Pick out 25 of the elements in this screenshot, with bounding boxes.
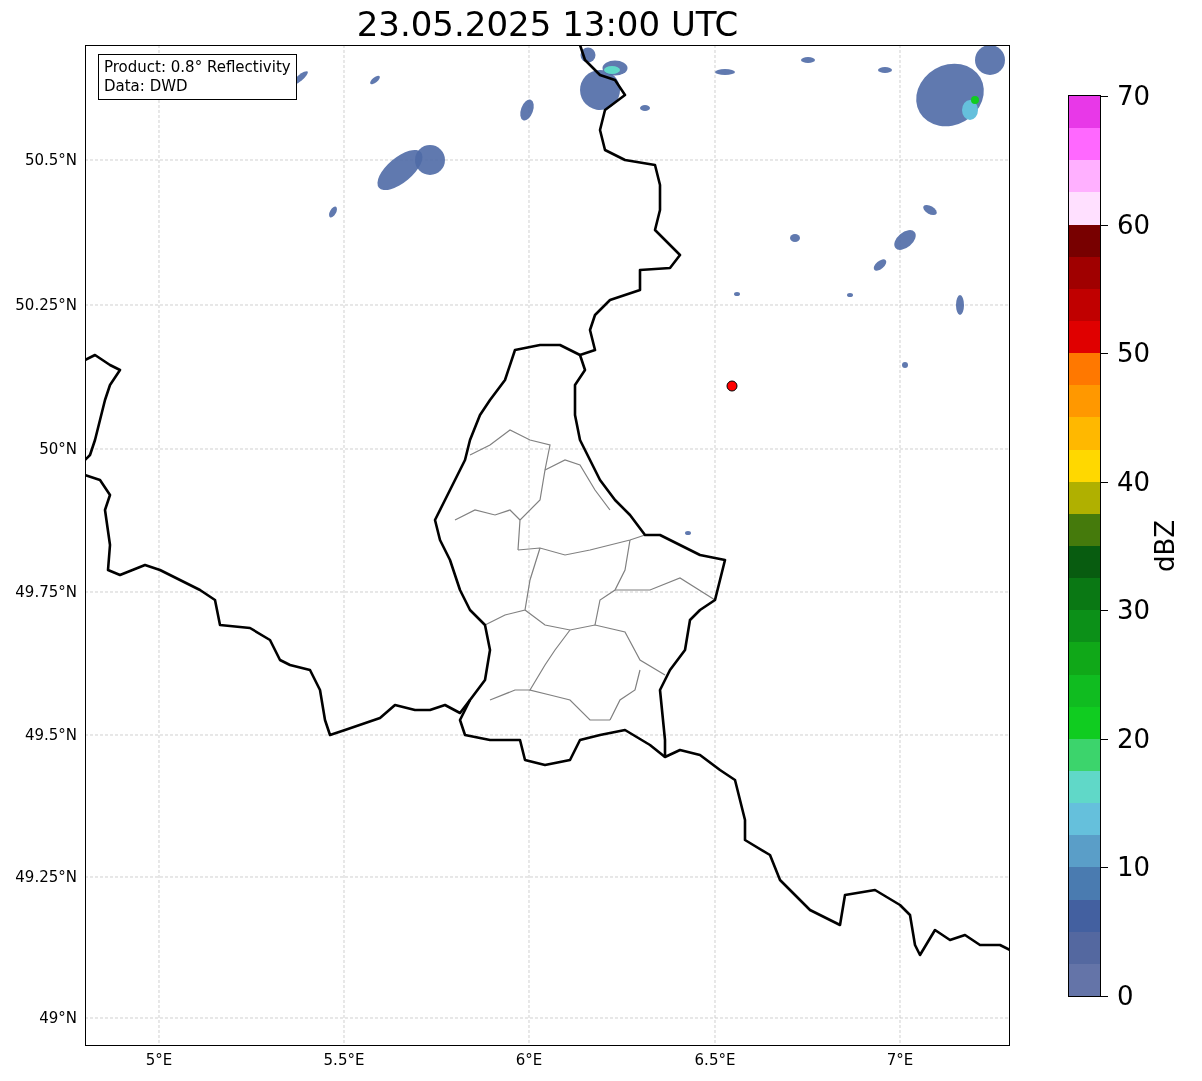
longitude-label: 6°E [515,1051,543,1069]
latitude-label: 49.75°N [15,583,77,601]
scale-tick-label: 70 [1117,81,1151,111]
latitude-label: 50.25°N [15,296,77,314]
latitude-label: 49°N [39,1009,77,1027]
scale-tick-label: 20 [1117,723,1151,754]
scale-unit-label: dBZ [1150,519,1180,573]
longitude-label: 5.5°E [323,1051,365,1069]
latitude-label: 50°N [39,440,77,458]
longitude-label: 5°E [145,1051,173,1069]
latitude-label: 50.5°N [24,151,77,169]
longitude-label: 6.5°E [694,1051,736,1069]
latitude-label: 49.25°N [15,868,77,886]
scale-tick-label: 50 [1117,338,1151,369]
info-text: Data: DWD [104,77,189,96]
latitude-label: 49.5°N [24,726,77,744]
scale-tick-label: 10 [1117,852,1151,883]
scale-tick-label: 30 [1117,595,1151,626]
map-title: 23.05.2025 13:00 UTC [355,4,740,44]
scale-tick-label: 60 [1117,209,1151,240]
longitude-label: 7°E [886,1051,914,1069]
scale-tick-label: 0 [1117,981,1134,1011]
radar-site-marker [726,380,738,392]
info-text: Product: 0.8° Reflectivity [104,58,291,77]
scale-tick-label: 40 [1117,466,1151,497]
